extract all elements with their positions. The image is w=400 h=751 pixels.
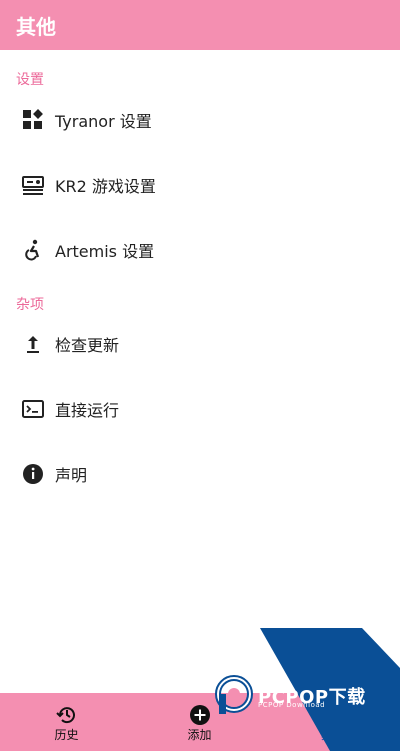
settings-list: 设置 Tyranor 设置 KR2 游戏设置 Artemis 设置 杂项 检查更… (0, 50, 400, 693)
nav-history-label: 历史 (54, 728, 79, 742)
nav-add[interactable]: 添加 (133, 693, 266, 751)
nav-other[interactable]: 其他 (266, 693, 400, 751)
section-header-misc: 杂项 (16, 297, 44, 313)
nav-history[interactable]: 历史 (0, 693, 133, 751)
direct-run-item[interactable]: 直接运行 (0, 377, 400, 441)
check-update-label: 检查更新 (55, 336, 120, 355)
artemis-settings-label: Artemis 设置 (55, 242, 155, 261)
page-title: 其他 (16, 14, 56, 39)
add-circle-icon (189, 704, 211, 726)
game-settings-icon (22, 174, 44, 196)
direct-run-label: 直接运行 (55, 401, 120, 420)
tyranor-settings-item[interactable]: Tyranor 设置 (0, 88, 400, 152)
history-icon (55, 704, 78, 726)
upload-icon (22, 333, 44, 355)
app-bar: 其他 (0, 0, 400, 50)
artemis-settings-item[interactable]: Artemis 设置 (0, 218, 400, 282)
kr2-game-settings-item[interactable]: KR2 游戏设置 (0, 153, 400, 217)
accessible-icon (22, 239, 44, 261)
bottom-nav: 历史 添加 其他 (0, 693, 400, 751)
section-header-settings: 设置 (16, 72, 44, 88)
nav-add-label: 添加 (187, 728, 212, 742)
statement-item[interactable]: 声明 (0, 442, 400, 506)
check-update-item[interactable]: 检查更新 (0, 312, 400, 376)
kr2-game-settings-label: KR2 游戏设置 (55, 177, 156, 196)
nav-other-label: 其他 (320, 728, 345, 742)
info-icon (22, 463, 44, 485)
widgets-icon (22, 109, 44, 131)
tyranor-settings-label: Tyranor 设置 (55, 112, 152, 131)
statement-label: 声明 (55, 466, 88, 485)
other-icon (322, 704, 344, 726)
terminal-icon (22, 398, 44, 420)
